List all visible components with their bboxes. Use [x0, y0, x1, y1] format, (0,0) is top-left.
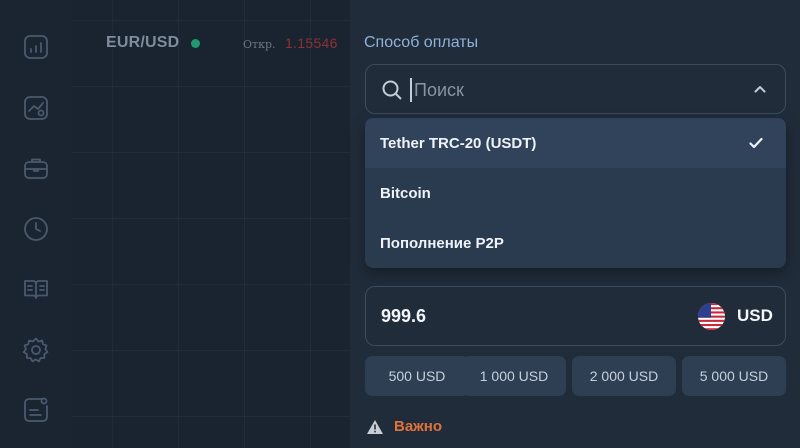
clock-icon[interactable]	[22, 215, 50, 243]
sidebar	[0, 0, 72, 448]
quick-amount-1000[interactable]: 1 000 USD	[462, 356, 566, 396]
chevron-up-icon[interactable]	[753, 82, 767, 96]
quick-amount-500[interactable]: 500 USD	[365, 356, 469, 396]
chart-icon[interactable]	[22, 33, 50, 61]
payment-option-label: Пополнение P2P	[380, 234, 504, 252]
check-icon	[748, 135, 764, 151]
open-price-label: Откр.	[243, 38, 276, 51]
payment-option-label: Bitcoin	[380, 184, 431, 202]
quick-amount-2000[interactable]: 2 000 USD	[572, 356, 676, 396]
payment-option-bitcoin[interactable]: Bitcoin	[365, 168, 786, 218]
notes-icon[interactable]	[22, 396, 50, 424]
currency-label[interactable]: USD	[737, 306, 773, 326]
market-status-dot	[191, 39, 200, 48]
us-flag-icon	[698, 303, 725, 330]
payment-method-title: Способ оплаты	[364, 34, 479, 51]
amount-field[interactable]: USD	[365, 286, 786, 346]
payment-method-dropdown: Tether TRC-20 (USDT) Bitcoin Пополнение …	[365, 118, 786, 268]
amount-input[interactable]	[381, 299, 631, 333]
payment-option-label: Tether TRC-20 (USDT)	[380, 134, 537, 152]
payment-option-p2p[interactable]: Пополнение P2P	[365, 218, 786, 268]
payment-search-input[interactable]	[414, 73, 714, 107]
search-icon	[381, 79, 403, 101]
chart-area[interactable]: EUR/USD Откр. 1.15546	[72, 0, 350, 448]
payment-option-usdt[interactable]: Tether TRC-20 (USDT)	[365, 118, 786, 168]
open-price-value: 1.15546	[285, 35, 338, 51]
asset-pair[interactable]: EUR/USD	[106, 34, 179, 52]
quick-amount-5000[interactable]: 5 000 USD	[682, 356, 786, 396]
payment-search-box[interactable]	[365, 64, 786, 114]
warning-icon	[366, 419, 384, 435]
text-caret	[410, 78, 412, 102]
analytics-icon[interactable]	[22, 94, 50, 122]
important-notice[interactable]: Важно	[394, 418, 442, 435]
portfolio-icon[interactable]	[22, 154, 50, 182]
deposit-panel: Способ оплаты Tether TRC-20 (USDT) Bitco…	[350, 0, 800, 448]
book-icon[interactable]	[22, 275, 50, 303]
gear-icon[interactable]	[22, 336, 50, 364]
